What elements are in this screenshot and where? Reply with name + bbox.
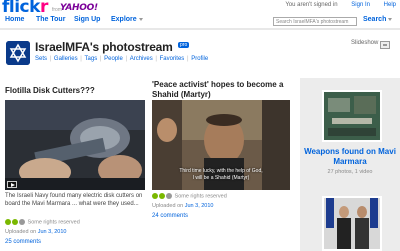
photostream-subnav: Sets | Galleries | Tags | People | Archi… [35, 56, 209, 62]
video-play-icon[interactable] [7, 181, 17, 188]
post-caption: The Israeli Navy found many electric dis… [5, 193, 143, 207]
nav-explore[interactable]: Explore [111, 16, 143, 23]
subnav-archives[interactable]: Archives [130, 56, 153, 62]
cc-nc-icon[interactable] [159, 193, 165, 199]
cc-by-icon[interactable] [5, 219, 11, 225]
subnav-profile[interactable]: Profile [191, 56, 208, 62]
nav-signup[interactable]: Sign Up [74, 16, 100, 23]
subnav-galleries[interactable]: Galleries [54, 56, 78, 62]
help-link[interactable]: Help [384, 2, 396, 8]
slideshow-icon[interactable] [380, 41, 390, 49]
upload-date-link[interactable]: Jun 3, 2010 [38, 229, 67, 235]
yahoo-logo[interactable]: YAHOO! [60, 3, 98, 13]
cc-nc-icon[interactable] [12, 219, 18, 225]
comments-link[interactable]: 25 comments [5, 239, 41, 245]
cc-nd-icon[interactable] [166, 193, 172, 199]
subnav-sets[interactable]: Sets [35, 56, 47, 62]
chevron-down-icon [388, 17, 393, 21]
nav-tour[interactable]: The Tour [36, 16, 65, 23]
comments-link[interactable]: 24 comments [152, 213, 188, 219]
page-title: IsraelMFA's photostream [35, 40, 173, 54]
subnav-people[interactable]: People [104, 56, 123, 62]
upload-date: Uploaded on Jun 3, 2010 [152, 203, 214, 209]
flickr-logo[interactable]: flickr [2, 0, 48, 17]
weapons-thumbnail [324, 92, 380, 140]
video-subtitles: Third time lucky, with the help of God, … [179, 168, 263, 181]
officials-thumbnail [324, 198, 380, 249]
set-thumbnail[interactable] [322, 196, 382, 251]
cc-nd-icon[interactable] [19, 219, 25, 225]
signin-status: You aren't signed in [285, 2, 338, 8]
chevron-down-icon [138, 17, 143, 21]
cc-by-icon[interactable] [152, 193, 158, 199]
header-divider [0, 28, 400, 30]
rights-line: Some rights reserved [5, 219, 80, 225]
post-title[interactable]: Flotilla Disk Cutters??? [5, 86, 145, 96]
upload-date: Uploaded on Jun 3, 2010 [5, 229, 67, 235]
set-title[interactable]: Weapons found on Mavi Marmara [301, 147, 399, 167]
rights-label[interactable]: Some rights reserved [175, 193, 227, 199]
auth-links: You aren't signed in Sign In Help [273, 2, 396, 8]
subnav-tags[interactable]: Tags [85, 56, 98, 62]
nav-home[interactable]: Home [5, 16, 24, 23]
avatar-emblem-icon [6, 41, 30, 65]
upload-date-link[interactable]: Jun 3, 2010 [185, 203, 214, 209]
pro-badge[interactable]: pro [178, 42, 190, 48]
set-thumbnail[interactable] [322, 90, 382, 142]
disk-cutters-photo [5, 100, 145, 190]
search-button[interactable]: Search [363, 16, 393, 23]
slideshow-link[interactable]: Slideshow [351, 40, 378, 46]
subnav-favorites[interactable]: Favorites [160, 56, 185, 62]
avatar[interactable] [6, 41, 30, 65]
set-meta: 27 photos, 1 video [327, 169, 373, 175]
post-photo[interactable] [5, 100, 145, 190]
search-input[interactable]: Search IsraelMFA's photostream [273, 17, 357, 26]
rights-label[interactable]: Some rights reserved [28, 219, 80, 225]
post-title[interactable]: 'Peace activist' hopes to become a Shahi… [152, 80, 297, 100]
rights-line: Some rights reserved [152, 193, 227, 199]
sign-in-link[interactable]: Sign In [351, 2, 370, 8]
post-photo[interactable]: Third time lucky, with the help of God, … [152, 100, 290, 190]
